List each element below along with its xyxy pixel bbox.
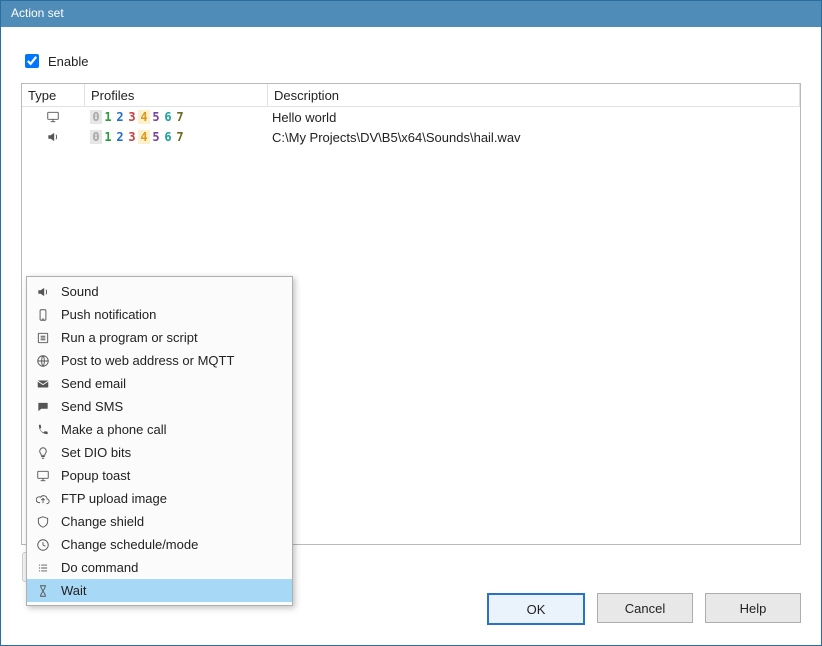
menu-item-label: Run a program or script [61,330,198,345]
bulb-icon [35,445,51,461]
column-headers: Type Profiles Description [22,84,800,107]
row-description: Hello world [266,110,800,125]
row-profiles: 01234567 [84,110,266,124]
table-row[interactable]: 01234567Hello world [22,107,800,127]
help-button[interactable]: Help [705,593,801,623]
mail-icon [35,376,51,392]
menu-item-make-a-phone-call[interactable]: Make a phone call [27,418,292,441]
lines-icon [35,560,51,576]
enable-label: Enable [48,54,88,69]
header-type[interactable]: Type [22,84,85,106]
menu-item-label: Change schedule/mode [61,537,198,552]
menu-item-label: Set DIO bits [61,445,131,460]
menu-item-run-a-program-or-script[interactable]: Run a program or script [27,326,292,349]
speaker-icon [45,129,61,145]
header-profiles[interactable]: Profiles [85,84,268,106]
menu-item-label: Sound [61,284,99,299]
clock-icon [35,537,51,553]
menu-item-set-dio-bits[interactable]: Set DIO bits [27,441,292,464]
menu-item-label: FTP upload image [61,491,167,506]
menu-item-wait[interactable]: Wait [27,579,292,602]
phone-box-icon [35,307,51,323]
menu-item-label: Send email [61,376,126,391]
cancel-button[interactable]: Cancel [597,593,693,623]
speaker-icon [35,284,51,300]
menu-item-label: Do command [61,560,138,575]
menu-item-push-notification[interactable]: Push notification [27,303,292,326]
add-action-menu[interactable]: Sound Push notification Run a program or s… [26,276,293,606]
menu-item-ftp-upload-image[interactable]: FTP upload image [27,487,292,510]
window-titlebar[interactable]: Action set [1,1,821,27]
monitor-icon [45,109,61,125]
enable-checkbox[interactable]: Enable [21,51,801,71]
table-row[interactable]: 01234567C:\My Projects\DV\B5\x64\Sounds\… [22,127,800,147]
menu-item-label: Post to web address or MQTT [61,353,234,368]
menu-item-do-command[interactable]: Do command [27,556,292,579]
enable-checkbox-input[interactable] [25,54,39,68]
menu-item-change-shield[interactable]: Change shield [27,510,292,533]
menu-item-label: Wait [61,583,87,598]
row-profiles: 01234567 [84,130,266,144]
action-set-window: Action set Enable Type Profiles Descript… [0,0,822,646]
cloud-up-icon [35,491,51,507]
menu-item-popup-toast[interactable]: Popup toast [27,464,292,487]
menu-item-sound[interactable]: Sound [27,280,292,303]
menu-item-label: Make a phone call [61,422,167,437]
menu-item-label: Change shield [61,514,144,529]
menu-item-send-email[interactable]: Send email [27,372,292,395]
monitor-icon [35,468,51,484]
ok-button[interactable]: OK [487,593,585,625]
dialog-buttons: OK Cancel Help [487,593,801,625]
menu-item-send-sms[interactable]: Send SMS [27,395,292,418]
menu-item-post-to-web-address-or-mqtt[interactable]: Post to web address or MQTT [27,349,292,372]
menu-item-label: Popup toast [61,468,130,483]
shield-icon [35,514,51,530]
menu-item-label: Push notification [61,307,156,322]
header-description[interactable]: Description [268,84,800,106]
hourglass-icon [35,583,51,599]
menu-item-label: Send SMS [61,399,123,414]
row-description: C:\My Projects\DV\B5\x64\Sounds\hail.wav [266,130,800,145]
menu-item-change-schedule-mode[interactable]: Change schedule/mode [27,533,292,556]
chat-icon [35,399,51,415]
list-box-icon [35,330,51,346]
window-title: Action set [11,6,64,20]
phonecall-icon [35,422,51,438]
globe-icon [35,353,51,369]
